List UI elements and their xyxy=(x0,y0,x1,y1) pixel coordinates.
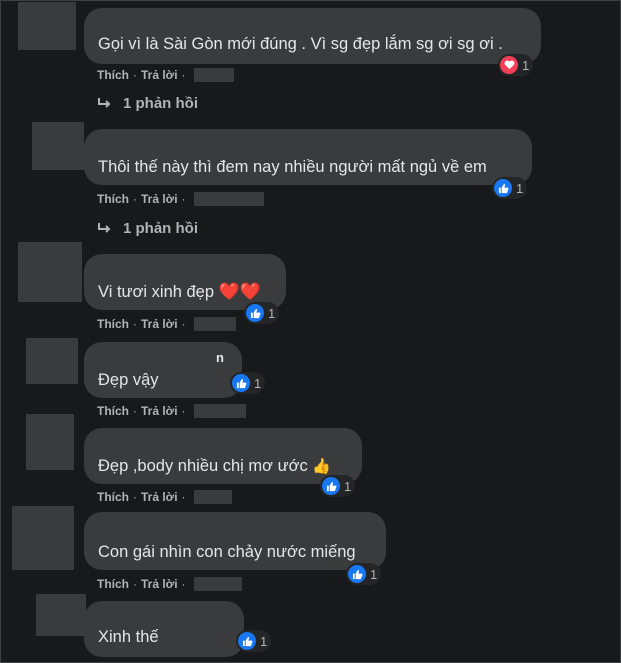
reply-link[interactable]: Trả lời xyxy=(141,317,178,331)
like-link[interactable]: Thích xyxy=(97,490,129,504)
reaction-count[interactable]: 1 xyxy=(346,563,382,585)
like-link[interactable]: Thích xyxy=(97,577,129,591)
comment-text-body: Đẹp ,body nhiều chị mơ ước xyxy=(98,457,308,475)
view-replies-link[interactable]: 1 phản hồi xyxy=(97,220,198,237)
comment-text: Con gái nhìn con chảy nước miếng xyxy=(98,543,356,561)
like-link[interactable]: Thích xyxy=(97,192,129,206)
reaction-count[interactable]: 1 xyxy=(236,630,272,652)
separator: · xyxy=(133,577,137,591)
reaction-count[interactable]: 1 xyxy=(244,302,280,324)
avatar[interactable] xyxy=(18,242,82,302)
comment-bubble: Xinh thế xyxy=(84,601,244,657)
avatar[interactable] xyxy=(12,506,74,570)
separator: · xyxy=(181,68,186,82)
avatar[interactable] xyxy=(18,2,76,50)
avatar[interactable] xyxy=(26,338,78,384)
like-link[interactable]: Thích xyxy=(97,68,129,82)
comment-text: Xinh thế xyxy=(98,628,159,646)
replies-count: 1 phản hồi xyxy=(123,95,198,112)
separator: · xyxy=(181,317,186,331)
separator: · xyxy=(181,577,186,591)
timestamp[interactable] xyxy=(193,192,264,206)
author-name[interactable] xyxy=(98,605,232,617)
like-icon xyxy=(238,632,256,650)
timestamp[interactable] xyxy=(193,68,234,82)
comment-actions: Thích · Trả lời · xyxy=(97,192,264,206)
reaction-count[interactable]: 1 xyxy=(230,372,266,394)
like-link[interactable]: Thích xyxy=(97,404,129,418)
like-link[interactable]: Thích xyxy=(97,317,129,331)
heart-emoji: ❤️❤️ xyxy=(218,282,261,301)
comment-bubble: Con gái nhìn con chảy nước miếng xyxy=(84,512,386,570)
reaction-number: 1 xyxy=(268,305,276,321)
comment-actions: Thích · Trả lời · xyxy=(97,577,242,591)
reply-link[interactable]: Trả lời xyxy=(141,490,178,504)
replies-count: 1 phản hồi xyxy=(123,220,198,237)
separator: · xyxy=(181,192,186,206)
view-replies-link[interactable]: 1 phản hồi xyxy=(97,95,198,112)
like-icon xyxy=(232,374,250,392)
reaction-number: 1 xyxy=(344,478,352,494)
author-name[interactable] xyxy=(98,348,210,362)
reply-link[interactable]: Trả lời xyxy=(141,577,178,591)
author-name[interactable] xyxy=(98,434,258,442)
reaction-number: 1 xyxy=(516,180,524,196)
comment-bubble: Thôi thế này thì đem nay nhiều người mất… xyxy=(84,129,532,185)
author-name[interactable] xyxy=(98,133,268,143)
comment-text: Vi tươi xinh đẹp ❤️❤️ xyxy=(98,282,261,302)
separator: · xyxy=(181,490,186,504)
reaction-number: 1 xyxy=(522,57,530,73)
avatar[interactable] xyxy=(26,414,74,470)
reply-link[interactable]: Trả lời xyxy=(141,192,178,206)
comment-bubble: n Đẹp vậy xyxy=(84,342,242,398)
reply-link[interactable]: Trả lời xyxy=(141,68,178,82)
reply-arrow-icon xyxy=(98,97,111,108)
comment-actions: Thích · Trả lời · xyxy=(97,490,232,504)
separator: · xyxy=(133,317,137,331)
reaction-count[interactable]: 1 xyxy=(320,475,356,497)
reaction-number: 1 xyxy=(370,566,378,582)
comment-bubble: Gọi vì là Sài Gòn mới đúng . Vì sg đẹp l… xyxy=(84,8,541,64)
like-icon xyxy=(348,565,366,583)
timestamp[interactable] xyxy=(193,317,236,331)
comment-actions: Thích · Trả lời · xyxy=(97,404,246,418)
author-name[interactable] xyxy=(98,260,188,268)
reaction-count[interactable]: 1 xyxy=(492,177,528,199)
reaction-number: 1 xyxy=(260,633,268,649)
timestamp[interactable] xyxy=(193,490,232,504)
avatar[interactable] xyxy=(32,122,84,170)
author-name-fragment: n xyxy=(216,350,224,365)
comment-text-body: Vi tươi xinh đẹp xyxy=(98,283,215,301)
avatar[interactable] xyxy=(36,594,86,636)
author-name[interactable] xyxy=(98,516,216,526)
like-icon xyxy=(322,477,340,495)
comment-bubble: Đẹp ,body nhiều chị mơ ước 👍 xyxy=(84,428,362,484)
separator: · xyxy=(133,192,137,206)
comment-actions: Thích · Trả lời · xyxy=(97,317,236,331)
reply-link[interactable]: Trả lời xyxy=(141,404,178,418)
comment-text: Đẹp vậy xyxy=(98,371,159,389)
separator: · xyxy=(181,404,186,418)
comment-text: Thôi thế này thì đem nay nhiều người mất… xyxy=(98,158,487,176)
separator: · xyxy=(133,404,137,418)
reaction-count[interactable]: 1 xyxy=(498,54,534,76)
thumbs-up-emoji: 👍 xyxy=(312,458,331,475)
like-icon xyxy=(494,179,512,197)
reply-arrow-icon xyxy=(98,222,111,233)
comment-actions: Thích · Trả lời · xyxy=(97,68,234,82)
timestamp[interactable] xyxy=(193,577,242,591)
separator: · xyxy=(133,68,137,82)
timestamp[interactable] xyxy=(193,404,246,418)
comment-text: Đẹp ,body nhiều chị mơ ước 👍 xyxy=(98,456,331,477)
author-name[interactable] xyxy=(98,12,248,20)
separator: · xyxy=(133,490,137,504)
reaction-number: 1 xyxy=(254,375,262,391)
like-icon xyxy=(246,304,264,322)
comment-text: Gọi vì là Sài Gòn mới đúng . Vì sg đẹp l… xyxy=(98,35,503,53)
love-icon xyxy=(500,56,518,74)
